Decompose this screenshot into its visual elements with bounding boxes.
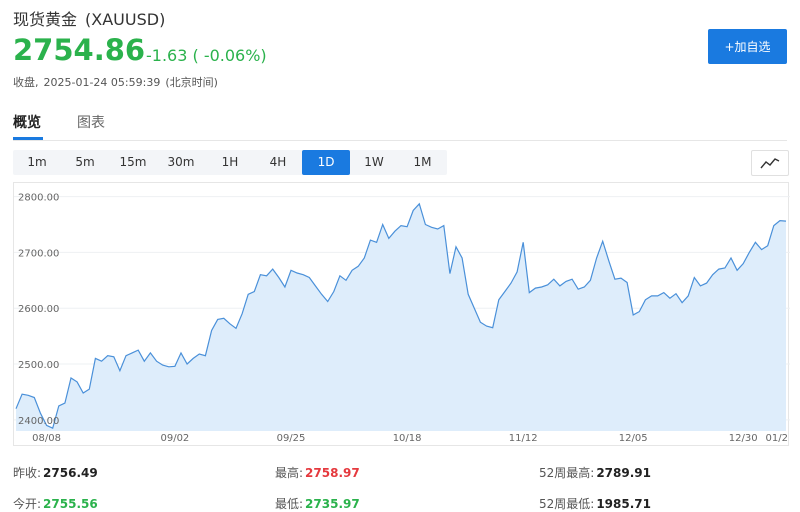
open-label: 今开: — [13, 497, 42, 511]
instrument-code: (XAUUSD) — [85, 10, 166, 29]
prev-close-value: 2756.49 — [43, 466, 98, 480]
low-value: 2735.97 — [305, 497, 360, 511]
close-time-line: 收盘, 2025-01-24 05:59:39 (北京时间) — [13, 74, 223, 90]
period-selector: 1m 5m 15m 30m 1H 4H 1D 1W 1M — [13, 150, 447, 175]
week52-low-value: 1985.71 — [596, 497, 651, 511]
period-1mo[interactable]: 1M — [398, 150, 447, 175]
tab-overview[interactable]: 概览 — [13, 112, 41, 132]
stat-open: 今开: 2755.56 — [13, 495, 98, 512]
period-1d[interactable]: 1D — [302, 150, 350, 175]
price-change: -1.63 ( -0.06%) — [146, 46, 267, 65]
period-4h[interactable]: 4H — [254, 150, 302, 175]
period-1m[interactable]: 1m — [13, 150, 61, 175]
period-1w[interactable]: 1W — [350, 150, 398, 175]
price-chart-svg: 2800.00 2700.00 2600.00 2500.00 2400.00 08/08… — [14, 193, 790, 444]
period-30m[interactable]: 30m — [157, 150, 205, 175]
x-tick-label: 12/05 — [619, 433, 648, 444]
active-tab-indicator — [13, 137, 43, 140]
close-time: 2025-01-24 05:59:39 — [43, 76, 161, 89]
y-tick-label: 2500.00 — [18, 360, 59, 371]
week52-high-value: 2789.91 — [596, 466, 651, 480]
tab-bar: 概览 图表 — [13, 110, 787, 141]
x-tick-label: 01/2 — [766, 433, 788, 444]
stat-52w-low: 52周最低: 1985.71 — [539, 495, 651, 512]
price-chart[interactable]: 2800.00 2700.00 2600.00 2500.00 2400.00 08/08… — [13, 182, 790, 446]
instrument-title: 现货黄金 (XAUUSD) — [13, 6, 165, 30]
x-tick-label: 12/30 — [729, 433, 758, 444]
x-tick-label: 10/18 — [393, 433, 422, 444]
close-label: 收盘, — [13, 76, 39, 89]
period-1h[interactable]: 1H — [206, 150, 254, 175]
chart-type-button[interactable] — [751, 150, 789, 176]
x-tick-label: 08/08 — [32, 433, 61, 444]
week52-high-label: 52周最高: — [539, 466, 595, 480]
y-tick-label: 2600.00 — [18, 304, 59, 315]
stat-52w-high: 52周最高: 2789.91 — [539, 464, 651, 481]
y-tick-label: 2700.00 — [18, 248, 59, 259]
timezone-label: (北京时间) — [165, 76, 218, 89]
period-15m[interactable]: 15m — [109, 150, 157, 175]
x-tick-label: 09/25 — [277, 433, 306, 444]
prev-close-label: 昨收: — [13, 466, 42, 480]
high-label: 最高: — [275, 466, 304, 480]
stat-low: 最低: 2735.97 — [275, 495, 360, 512]
stat-high: 最高: 2758.97 — [275, 464, 360, 481]
y-tick-label: 2800.00 — [18, 193, 59, 204]
line-chart-icon — [760, 158, 780, 169]
last-price: 2754.86 — [13, 33, 146, 67]
low-label: 最低: — [275, 497, 304, 511]
tab-chart[interactable]: 图表 — [77, 112, 105, 132]
add-watchlist-button[interactable]: +加自选 — [708, 29, 787, 64]
week52-low-label: 52周最低: — [539, 497, 595, 511]
price-area — [16, 203, 786, 431]
high-value: 2758.97 — [305, 466, 360, 480]
open-value: 2755.56 — [43, 497, 98, 511]
x-tick-label: 11/12 — [509, 433, 538, 444]
stat-prev-close: 昨收: 2756.49 — [13, 464, 98, 481]
period-5m[interactable]: 5m — [61, 150, 109, 175]
x-tick-label: 09/02 — [160, 433, 189, 444]
y-tick-label: 2400.00 — [18, 416, 59, 427]
instrument-name: 现货黄金 — [13, 10, 78, 29]
